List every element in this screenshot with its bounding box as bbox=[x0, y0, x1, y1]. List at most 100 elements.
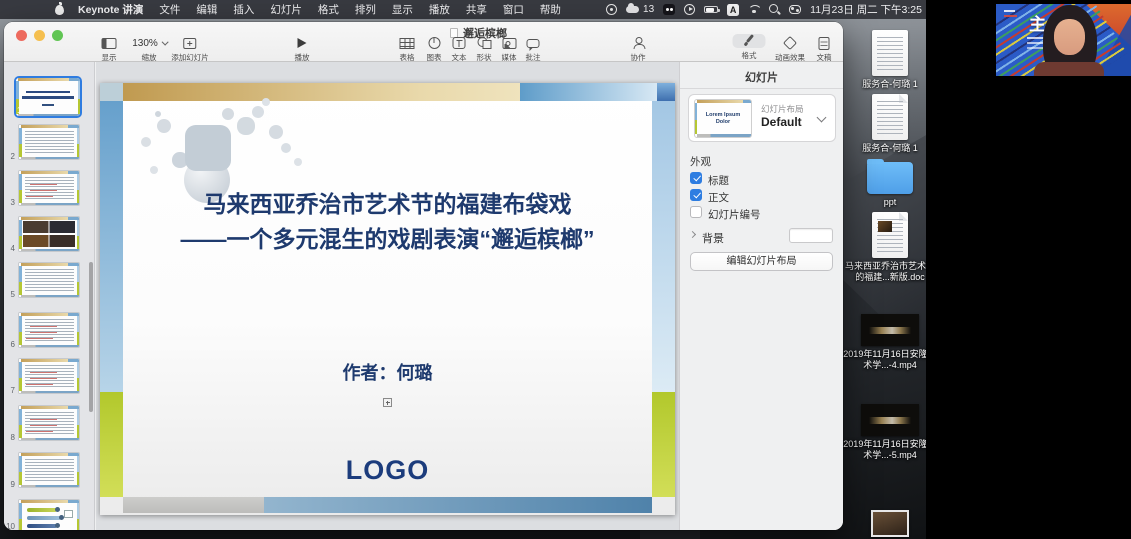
menu-arrange[interactable]: 排列 bbox=[355, 2, 376, 17]
disclosure-chevron-icon[interactable] bbox=[689, 231, 696, 238]
desktop-icon-image[interactable] bbox=[842, 510, 926, 537]
menu-app[interactable]: Keynote 讲演 bbox=[78, 2, 143, 17]
search-icon[interactable] bbox=[769, 4, 780, 15]
slide-number: 3 bbox=[4, 198, 15, 207]
menu-clock[interactable]: 11月23日 周二 下午3:25 bbox=[810, 2, 922, 17]
toolbar-shape-button[interactable]: 形状 bbox=[477, 36, 492, 63]
document-icon bbox=[872, 30, 908, 76]
slide-number: 9 bbox=[4, 480, 15, 489]
webcam-video-window[interactable]: 主 bbox=[996, 4, 1131, 76]
cloud-icon[interactable] bbox=[626, 6, 639, 13]
menu-edit[interactable]: 编辑 bbox=[196, 2, 217, 17]
desktop-icon-label: ppt bbox=[842, 197, 926, 208]
toolbar-format-button[interactable]: 格式 bbox=[742, 36, 757, 61]
desktop-icon-doc3[interactable]: 马来西亚乔治市艺术节的福建...新版.doc bbox=[842, 212, 926, 282]
toolbar-view-button[interactable]: 显示 bbox=[102, 36, 117, 63]
slide-number-checkbox[interactable] bbox=[690, 206, 702, 218]
toolbar-chart-button[interactable]: 图表 bbox=[427, 36, 442, 63]
slide-layout-card[interactable]: Lorem Ipsum Dolor 幻灯片布局 Default bbox=[688, 94, 836, 142]
presenter-face bbox=[1054, 19, 1085, 55]
menu-insert[interactable]: 插入 bbox=[233, 2, 254, 17]
toolbar-text-button[interactable]: 文本 bbox=[452, 36, 467, 63]
slide-thumbnail-7[interactable] bbox=[18, 358, 80, 394]
menu-format[interactable]: 格式 bbox=[318, 2, 339, 17]
slide-number: 6 bbox=[4, 340, 15, 349]
checkbox-label: 正文 bbox=[708, 190, 729, 205]
desktop-icon-folder-ppt[interactable]: ppt bbox=[842, 162, 926, 208]
control-center-icon[interactable] bbox=[789, 5, 801, 14]
apple-icon[interactable] bbox=[55, 5, 64, 15]
comment-icon bbox=[527, 39, 540, 48]
body-checkbox[interactable] bbox=[690, 189, 702, 201]
toolbar-play-button[interactable]: 播放 bbox=[295, 36, 310, 63]
slide-editor[interactable]: 马来西亚乔治市艺术节的福建布袋戏 ——一个多元混生的戏剧表演“邂逅槟榔” 作者：… bbox=[100, 83, 675, 515]
navigator-scrollbar[interactable] bbox=[89, 262, 93, 412]
play-icon bbox=[298, 38, 307, 48]
slide-thumbnail-4[interactable] bbox=[18, 216, 80, 252]
text-icon bbox=[453, 37, 466, 49]
menu-file[interactable]: 文件 bbox=[159, 2, 180, 17]
menu-play[interactable]: 播放 bbox=[429, 2, 450, 17]
compass-icon[interactable] bbox=[606, 4, 617, 15]
layout-value: Default bbox=[761, 115, 802, 129]
media-icon bbox=[502, 38, 516, 49]
minimize-button[interactable] bbox=[34, 30, 45, 41]
desktop-icon-video2[interactable]: 2019年11月16日安隆艺术学...-5.mp4 bbox=[842, 404, 926, 460]
slide-title-textbox[interactable]: 马来西亚乔治市艺术节的福建布袋戏 ——一个多元混生的戏剧表演“邂逅槟榔” bbox=[130, 187, 645, 257]
battery-icon[interactable] bbox=[704, 6, 718, 13]
slide-number: 10 bbox=[4, 522, 15, 530]
zoom-window-button[interactable] bbox=[52, 30, 63, 41]
inspector-panel-title: 幻灯片 bbox=[680, 69, 843, 85]
toolbar-zoom-dropdown[interactable]: 130% 缩放 bbox=[132, 36, 166, 63]
layout-label: 幻灯片布局 bbox=[761, 103, 804, 115]
toolbar-table-button[interactable]: 表格 bbox=[400, 36, 415, 63]
desktop-icon-doc2[interactable]: 服务合-何璐 1 bbox=[842, 94, 926, 154]
slide-thumbnail-3[interactable] bbox=[18, 170, 80, 206]
slide-thumbnail-6[interactable] bbox=[18, 312, 80, 348]
background-color-well[interactable] bbox=[789, 228, 833, 243]
menu-share[interactable]: 共享 bbox=[466, 2, 487, 17]
slide-thumbnail-9[interactable] bbox=[18, 452, 80, 488]
slide-thumbnail-10[interactable] bbox=[18, 499, 80, 530]
desktop-screen: Keynote 讲演 文件 编辑 插入 幻灯片 格式 排列 显示 播放 共享 窗… bbox=[0, 0, 926, 539]
shared-screen-stage: Keynote 讲演 文件 编辑 插入 幻灯片 格式 排列 显示 播放 共享 窗… bbox=[0, 0, 1131, 539]
close-button[interactable] bbox=[16, 30, 27, 41]
slide-number: 5 bbox=[4, 290, 15, 299]
appearance-section-label: 外观 bbox=[690, 154, 711, 169]
slide-number: 7 bbox=[4, 386, 15, 395]
menu-view[interactable]: 显示 bbox=[392, 2, 413, 17]
format-brush-icon bbox=[742, 34, 756, 47]
menu-slide[interactable]: 幻灯片 bbox=[270, 2, 302, 17]
toolbar-collaborate-button[interactable]: 协作 bbox=[631, 36, 646, 63]
toolbar-document-button[interactable]: 文稿 bbox=[817, 36, 832, 63]
input-source-icon[interactable]: A bbox=[727, 4, 739, 16]
record-icon[interactable] bbox=[684, 4, 695, 15]
slide-number: 1 bbox=[17, 106, 28, 115]
title-checkbox[interactable] bbox=[690, 172, 702, 184]
slide-thumbnail-2[interactable] bbox=[18, 124, 80, 160]
edit-layout-button[interactable]: 编辑幻灯片布局 bbox=[690, 252, 833, 271]
add-slide-icon bbox=[184, 38, 197, 49]
toolbar-add-slide-button[interactable]: 添加幻灯片 bbox=[171, 36, 209, 63]
toolbar-comment-button[interactable]: 批注 bbox=[526, 36, 541, 63]
add-placeholder-icon[interactable] bbox=[383, 398, 392, 407]
toolbar-media-button[interactable]: 媒体 bbox=[502, 36, 517, 63]
desktop-icon-video1[interactable]: 2019年11月16日安隆艺术学...-4.mp4 bbox=[842, 314, 926, 370]
slide-number: 4 bbox=[4, 244, 15, 253]
slide-thumbnail-5[interactable] bbox=[18, 262, 80, 298]
layout-preview-text: Lorem Ipsum Dolor bbox=[701, 112, 745, 125]
menu-help[interactable]: 帮助 bbox=[540, 2, 561, 17]
bubbles-decoration bbox=[155, 111, 161, 117]
toolbar-animate-button[interactable]: 动画效果 bbox=[775, 36, 805, 63]
animate-icon bbox=[783, 36, 797, 50]
dark-badge-icon[interactable] bbox=[663, 4, 675, 15]
desktop-icon-doc1[interactable]: 服务合-何璐 1 bbox=[842, 30, 926, 90]
chevron-down-icon[interactable] bbox=[817, 113, 827, 123]
slide-author-textbox[interactable]: 作者：何璐 bbox=[100, 359, 675, 385]
wifi-icon[interactable] bbox=[748, 5, 760, 14]
menu-window[interactable]: 窗口 bbox=[503, 2, 524, 17]
desktop-icon-label: 服务合-何璐 1 bbox=[842, 79, 926, 90]
slide-logo-textbox[interactable]: LOGO bbox=[100, 455, 675, 486]
divider bbox=[680, 88, 843, 89]
slide-thumbnail-8[interactable] bbox=[18, 405, 80, 441]
